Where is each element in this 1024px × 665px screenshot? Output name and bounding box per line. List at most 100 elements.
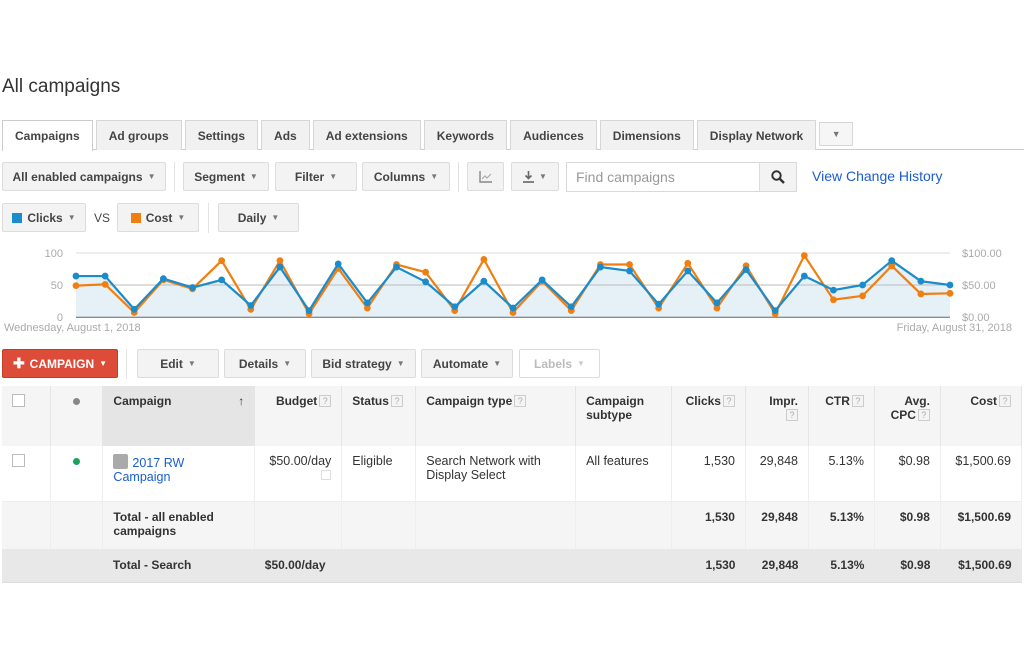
enabled-status-dot-icon[interactable]: [73, 458, 81, 465]
help-icon[interactable]: ?: [514, 395, 527, 407]
help-icon[interactable]: ?: [319, 395, 332, 407]
campaign-header-label: Campaign: [113, 394, 172, 408]
help-icon[interactable]: ?: [851, 395, 864, 407]
more-tabs-button[interactable]: ▼: [819, 122, 854, 146]
help-icon[interactable]: ?: [390, 395, 403, 407]
filter-label: Filter: [294, 169, 325, 184]
x-start-label: Wednesday, August 1, 2018: [4, 322, 141, 334]
total-cost: $1,500.69: [940, 501, 1023, 549]
download-icon: [523, 170, 535, 183]
total-enabled-label: Total - all enabled campaigns: [102, 501, 256, 549]
bid-strategy-dropdown[interactable]: Bid strategy ▼: [311, 349, 416, 378]
campaign-cell: 2017 RW Campaign: [102, 446, 256, 502]
view-change-history-link[interactable]: View Change History: [812, 168, 942, 184]
empty-cell: [575, 549, 672, 583]
search-button[interactable]: [759, 163, 796, 191]
segment-dropdown[interactable]: Segment ▼: [183, 162, 269, 191]
download-dropdown[interactable]: ▼: [511, 162, 559, 191]
status-header[interactable]: Status?: [341, 386, 417, 446]
impr-cell: 29,848: [745, 446, 809, 502]
campaigns-table: Campaign ↑ Budget? Status? Campaign type?…: [2, 386, 1023, 583]
columns-dropdown[interactable]: Columns ▼: [362, 162, 450, 191]
tab-settings[interactable]: Settings: [184, 120, 259, 150]
clicks-data-point: [917, 277, 925, 285]
search-total-cost: $1,500.69: [940, 549, 1022, 583]
clicks-data-point: [567, 303, 575, 311]
tab-ads[interactable]: Ads: [261, 120, 310, 150]
cost-cell: $1,500.69: [940, 446, 1023, 502]
cost-header[interactable]: Cost?: [940, 386, 1023, 446]
chevron-down-icon: ▼: [493, 359, 502, 368]
status-dot-header[interactable]: [50, 386, 104, 446]
campaign-type-header[interactable]: Campaign type?: [415, 386, 577, 446]
clicks-color-swatch: [12, 212, 23, 223]
avg-cpc-header[interactable]: Avg. CPC?: [874, 386, 941, 446]
left-axis-tick-label: 100: [45, 248, 63, 260]
search-total-clicks: 1,530: [671, 549, 746, 583]
automate-dropdown[interactable]: Automate ▼: [421, 349, 513, 378]
interval-dropdown[interactable]: Daily ▼: [218, 203, 299, 232]
clicks-data-point: [160, 275, 167, 282]
cost-data-point: [218, 257, 226, 265]
help-icon[interactable]: ?: [999, 395, 1011, 407]
details-dropdown[interactable]: Details ▼: [224, 349, 306, 378]
help-icon[interactable]: ?: [785, 409, 798, 421]
budget-header[interactable]: Budget?: [254, 386, 343, 446]
search-input[interactable]: [567, 163, 759, 191]
metric2-label: Cost: [145, 210, 173, 225]
select-all-checkbox[interactable]: [12, 394, 25, 407]
labels-dropdown[interactable]: Labels ▼: [519, 349, 600, 378]
campaign-header[interactable]: Campaign ↑: [102, 386, 256, 446]
tab-keywords[interactable]: Keywords: [423, 120, 508, 150]
chart-toggle-button[interactable]: [467, 162, 504, 191]
edit-dropdown[interactable]: Edit ▼: [137, 349, 219, 378]
clicks-data-point: [451, 303, 459, 311]
metric1-dropdown[interactable]: Clicks ▼: [2, 203, 86, 232]
campaign-scope-dropdown[interactable]: All enabled campaigns ▼: [2, 162, 166, 191]
ctr-header[interactable]: CTR?: [808, 386, 875, 446]
divider: [458, 162, 459, 192]
clicks-data-point: [713, 299, 721, 307]
row-checkbox[interactable]: [12, 454, 25, 467]
clicks-data-point: [480, 277, 488, 285]
chevron-down-icon: ▼: [831, 129, 841, 139]
total-search-budget: $50.00/day: [254, 549, 342, 583]
row-status-cell: [50, 446, 104, 502]
clicks-header[interactable]: Clicks?: [671, 386, 746, 446]
tab-campaigns[interactable]: Campaigns: [2, 120, 93, 151]
empty-cell: [341, 549, 416, 583]
campaign-subtype-header-label: Campaign subtype: [586, 394, 645, 422]
filter-dropdown[interactable]: Filter ▼: [275, 162, 357, 191]
impr-header[interactable]: Impr.?: [745, 386, 809, 446]
tab-display-network[interactable]: Display Network: [696, 120, 817, 150]
chevron-down-icon: ▼: [577, 359, 585, 368]
budget-chart-icon[interactable]: [321, 470, 332, 480]
right-axis-tick-label: $50.00: [962, 280, 996, 292]
tab-ad-extensions[interactable]: Ad extensions: [312, 120, 421, 150]
total-avg-cpc: $0.98: [874, 501, 941, 549]
metric1-label: Clicks: [27, 210, 63, 225]
empty-cell: [2, 549, 51, 583]
segment-label: Segment: [194, 169, 245, 184]
empty-cell: [575, 501, 673, 549]
help-icon[interactable]: ?: [722, 395, 735, 407]
impr-header-label: Impr.: [769, 394, 798, 408]
clicks-data-point: [626, 267, 633, 275]
new-campaign-button[interactable]: ✚ CAMPAIGN ▼: [2, 349, 118, 378]
bid-strategy-label: Bid strategy: [322, 356, 392, 371]
clicks-data-point: [422, 278, 429, 286]
campaign-subtype-header[interactable]: Campaign subtype: [575, 386, 673, 446]
clicks-data-point: [655, 300, 663, 308]
chevron-down-icon: ▼: [99, 359, 108, 368]
tab-dimensions[interactable]: Dimensions: [599, 120, 694, 150]
tab-ad-groups[interactable]: Ad groups: [95, 120, 182, 150]
metric2-dropdown[interactable]: Cost ▼: [117, 203, 199, 232]
empty-cell: [254, 501, 343, 549]
budget-header-label: Budget: [275, 394, 318, 408]
chevron-down-icon: ▼: [539, 172, 547, 181]
new-campaign-label: CAMPAIGN: [29, 356, 95, 371]
help-icon[interactable]: ?: [917, 409, 930, 421]
tab-audiences[interactable]: Audiences: [510, 120, 597, 150]
clicks-data-point: [393, 263, 400, 271]
clicks-data-point: [597, 263, 604, 271]
